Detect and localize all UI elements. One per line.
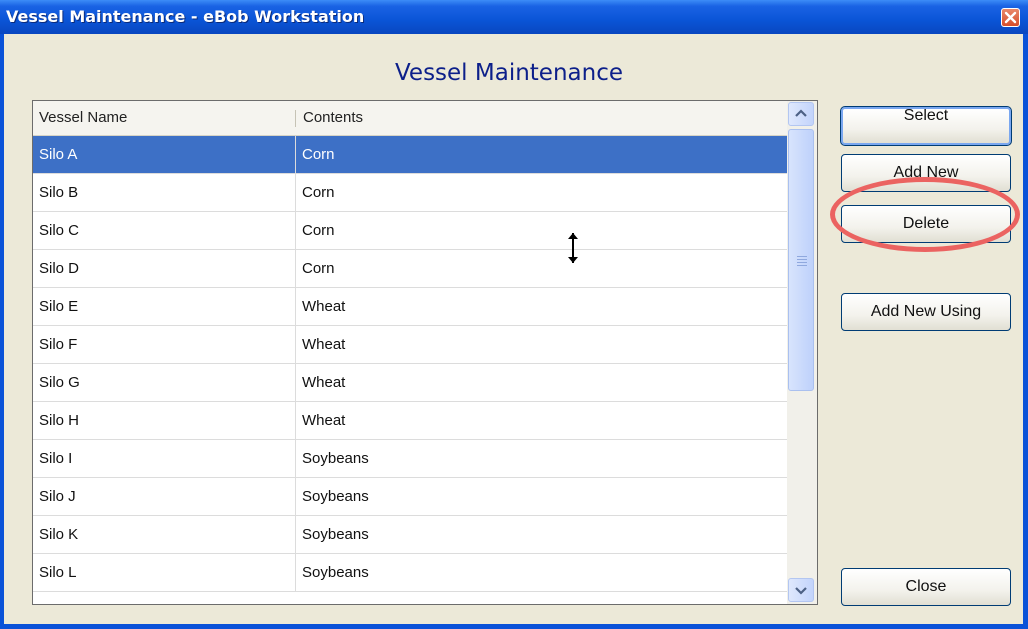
contents-cell: Wheat [295, 364, 787, 402]
table-row[interactable]: Silo B Corn [33, 174, 787, 212]
scroll-up-icon [795, 109, 807, 117]
column-header-vessel-name[interactable]: Vessel Name [33, 101, 295, 135]
vessel-table: Vessel Name Contents Silo A Corn Silo B Cor… [32, 100, 818, 605]
vessel-name-cell: Silo B [39, 184, 79, 201]
close-icon [1004, 11, 1017, 24]
table-row[interactable]: Silo C Corn [33, 212, 787, 250]
close-window-button[interactable] [1001, 8, 1020, 27]
scroll-down-button[interactable] [788, 578, 814, 602]
add-new-button[interactable]: Add New [841, 154, 1011, 192]
contents-cell: Corn [295, 212, 787, 250]
vessel-name-cell: Silo D [39, 260, 80, 277]
contents-cell: Soybeans [295, 478, 787, 516]
table-row[interactable]: Silo L Soybeans [33, 554, 787, 592]
table-row[interactable]: Silo I Soybeans [33, 440, 787, 478]
table-row[interactable]: Silo A Corn [33, 136, 787, 174]
vessel-name-cell: Silo F [39, 336, 78, 353]
table-row[interactable]: Silo J Soybeans [33, 478, 787, 516]
scroll-thumb[interactable] [788, 129, 814, 391]
contents-cell: Soybeans [295, 440, 787, 478]
table-row[interactable]: Silo H Wheat [33, 402, 787, 440]
contents-cell: Wheat [295, 326, 787, 364]
vessel-name-cell: Silo K [39, 526, 79, 543]
contents-cell: Corn [295, 250, 787, 288]
scroll-up-button[interactable] [788, 102, 814, 126]
scroll-down-icon [795, 587, 807, 595]
add-new-using-button[interactable]: Add New Using [841, 293, 1011, 331]
vessel-name-cell: Silo H [39, 412, 80, 429]
dialog-body: Vessel Maintenance Vessel Name Contents … [4, 34, 1023, 624]
vertical-scrollbar[interactable] [787, 101, 817, 604]
vessel-name-cell: Silo I [39, 450, 73, 467]
table-row[interactable]: Silo F Wheat [33, 326, 787, 364]
table-row[interactable]: Silo K Soybeans [33, 516, 787, 554]
vessel-name-cell: Silo L [39, 564, 77, 581]
vessel-name-cell: Silo E [39, 298, 79, 315]
close-button[interactable]: Close [841, 568, 1011, 606]
title-bar[interactable]: Vessel Maintenance - eBob Workstation [0, 0, 1028, 34]
vessel-name-cell: Silo J [39, 488, 76, 505]
column-divider[interactable] [295, 110, 296, 127]
table-row[interactable]: Silo D Corn [33, 250, 787, 288]
contents-cell: Soybeans [295, 516, 787, 554]
contents-cell: Wheat [295, 402, 787, 440]
app-window: Vessel Maintenance - eBob Workstation Ve… [0, 0, 1028, 629]
select-button[interactable]: Select [840, 106, 1012, 146]
vessel-name-cell: Silo C [39, 222, 80, 239]
table-row[interactable]: Silo E Wheat [33, 288, 787, 326]
window-title: Vessel Maintenance - eBob Workstation [6, 7, 365, 26]
page-title: Vessel Maintenance [394, 60, 624, 86]
contents-cell: Soybeans [295, 554, 787, 592]
resize-cursor-icon [568, 233, 578, 263]
vessel-name-cell: Silo G [39, 374, 80, 391]
vessel-name-cell: Silo A [39, 146, 78, 163]
contents-cell: Corn [295, 174, 787, 212]
table-row[interactable]: Silo G Wheat [33, 364, 787, 402]
delete-button[interactable]: Delete [841, 205, 1011, 243]
column-header-contents[interactable]: Contents [297, 101, 777, 135]
select-button-label: Select [903, 107, 949, 124]
contents-cell: Corn [295, 136, 787, 174]
table-header: Vessel Name Contents [33, 101, 787, 136]
contents-cell: Wheat [295, 288, 787, 326]
